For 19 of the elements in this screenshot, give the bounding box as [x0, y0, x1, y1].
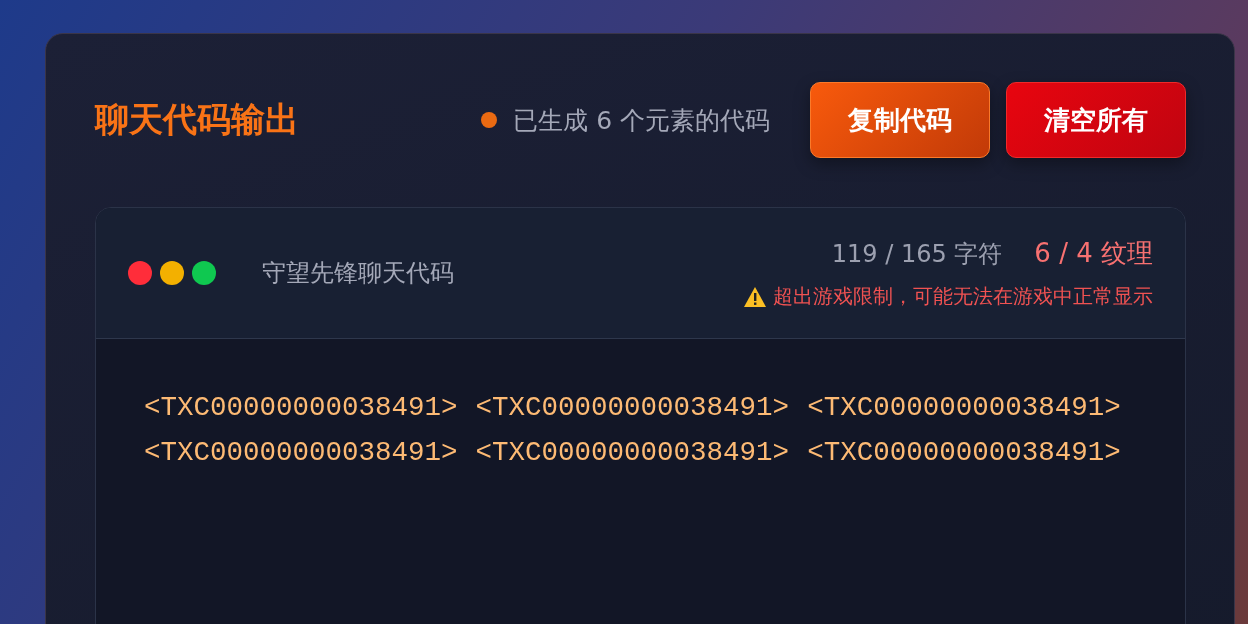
texture-count: 6 / 4 纹理: [1034, 237, 1153, 270]
code-text: <TXC00000000038491>: [144, 436, 458, 470]
window-dot: [128, 261, 152, 285]
warning-icon: [743, 285, 767, 308]
char-count: 119 / 165 字符: [831, 239, 1003, 270]
clear-button[interactable]: 清空所有: [1006, 82, 1186, 158]
code-text: <TXC00000000038491>: [807, 391, 1121, 425]
panel-title: 守望先锋聊天代码: [262, 258, 455, 289]
code-text: <TXC00000000038491>: [807, 436, 1121, 470]
window-dot: [160, 261, 184, 285]
status-dot: [481, 112, 498, 128]
warning-text: 超出游戏限制，可能无法在游戏中正常显示: [773, 283, 1153, 310]
code-text: <TXC00000000038491>: [144, 391, 458, 425]
page-title: 聊天代码输出: [95, 98, 300, 141]
code-text: <TXC00000000038491>: [475, 391, 790, 425]
copy-button[interactable]: 复制代码: [810, 82, 990, 158]
status-text: 已生成 6 个元素的代码: [513, 104, 770, 137]
window-dot: [192, 261, 216, 285]
code-text: <TXC00000000038491>: [475, 436, 790, 470]
